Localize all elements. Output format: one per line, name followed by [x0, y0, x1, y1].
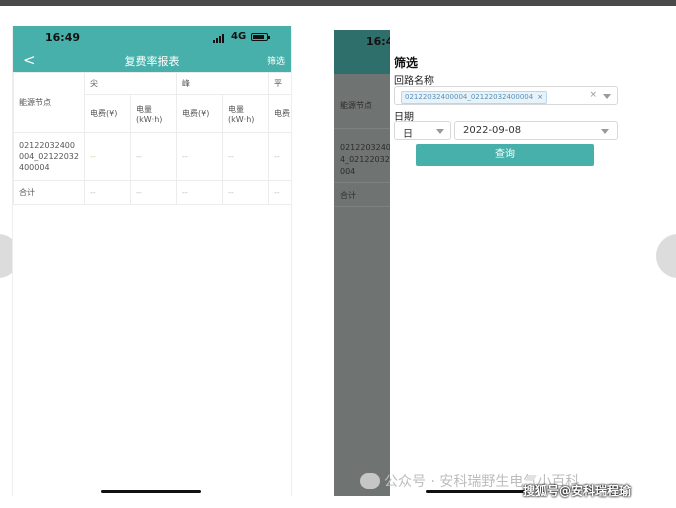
- table-cell: --: [130, 132, 177, 181]
- sohu-watermark: 搜狐号@安科瑞程瑜: [523, 484, 632, 498]
- clear-icon[interactable]: ×: [589, 90, 597, 100]
- total-row: 合计 -- -- -- -- --: [13, 180, 291, 205]
- page-title: 复费率报表: [124, 55, 180, 68]
- total-label: 合计: [13, 180, 85, 205]
- table-cell: --: [222, 180, 269, 205]
- table-cell: --: [84, 132, 131, 181]
- next-slide-button[interactable]: [656, 234, 676, 278]
- table-cell: --: [268, 132, 291, 181]
- table-cell: --: [130, 180, 177, 205]
- table-cell: --: [176, 132, 223, 181]
- query-button[interactable]: 查询: [416, 144, 594, 166]
- sub-header: 电费(¥): [176, 94, 223, 133]
- divider: [334, 206, 390, 207]
- filter-button[interactable]: 筛选: [267, 54, 285, 67]
- divider: [334, 128, 390, 129]
- status-bar: 16:49 4G: [13, 26, 291, 48]
- table-cell: --: [176, 180, 223, 205]
- table-cell: --: [84, 180, 131, 205]
- table-cell: --: [268, 180, 291, 205]
- sub-header: 电费(¥): [84, 94, 131, 133]
- date-type-select[interactable]: 日: [394, 121, 451, 140]
- node-name: 02122032400004_02122032400004: [13, 132, 85, 181]
- table-cell: --: [222, 132, 269, 181]
- filter-drawer: 筛选 回路名称 02122032400004_02122032400004 × ×…: [390, 30, 622, 496]
- home-indicator: [101, 490, 201, 493]
- group-header-sharp: 尖: [84, 72, 177, 95]
- divider: [334, 182, 390, 183]
- circuit-label: 回路名称: [394, 76, 434, 87]
- report-screen: 16:49 4G < 复费率报表 筛选 能源节点 尖 峰 平 电费(¥) 电量(…: [12, 26, 292, 496]
- background-overlay[interactable]: 能源节点 02122032400004_02122032400004 合计: [334, 30, 390, 496]
- battery-icon: [251, 33, 270, 41]
- filter-title: 筛选: [394, 56, 419, 70]
- status-time: 16:49: [45, 31, 81, 44]
- nav-bar: < 复费率报表 筛选: [13, 50, 291, 72]
- circuit-select[interactable]: 02122032400004_02122032400004 × ×: [394, 86, 618, 105]
- background-node-value: 02122032400004_02122032400004: [340, 143, 390, 176]
- signal-icon: [213, 34, 224, 43]
- filter-screen: 能源节点 02122032400004_02122032400004 合计 16…: [334, 30, 622, 496]
- background-total: 合计: [340, 191, 356, 200]
- background-node-header: 能源节点: [340, 101, 372, 110]
- chevron-down-icon: [603, 94, 611, 99]
- group-header-peak: 峰: [176, 72, 269, 95]
- chevron-down-icon: [601, 129, 609, 134]
- tag-close-icon[interactable]: ×: [537, 93, 543, 101]
- date-picker[interactable]: 2022-09-08: [454, 121, 618, 140]
- circuit-tag: 02122032400004_02122032400004 ×: [401, 91, 548, 104]
- circuit-tag-text: 02122032400004_02122032400004: [405, 93, 534, 101]
- table-row: 02122032400004_02122032400004 -- -- -- -…: [13, 132, 291, 181]
- sub-header: 电量(kW·h): [222, 94, 269, 133]
- chevron-down-icon: [436, 129, 444, 134]
- network-type: 4G: [231, 31, 247, 42]
- top-bar: [0, 0, 676, 6]
- date-value: 2022-09-08: [463, 125, 522, 136]
- node-header: 能源节点: [13, 72, 85, 133]
- sub-header: 电量(kW·h): [130, 94, 177, 133]
- group-header-flat: 平: [268, 72, 291, 95]
- sub-header: 电费: [268, 94, 291, 133]
- wechat-icon: [360, 473, 380, 489]
- report-table: 能源节点 尖 峰 平 电费(¥) 电量(kW·h) 电费(¥) 电量(kW·h)…: [13, 72, 291, 205]
- date-type-value: 日: [403, 129, 413, 140]
